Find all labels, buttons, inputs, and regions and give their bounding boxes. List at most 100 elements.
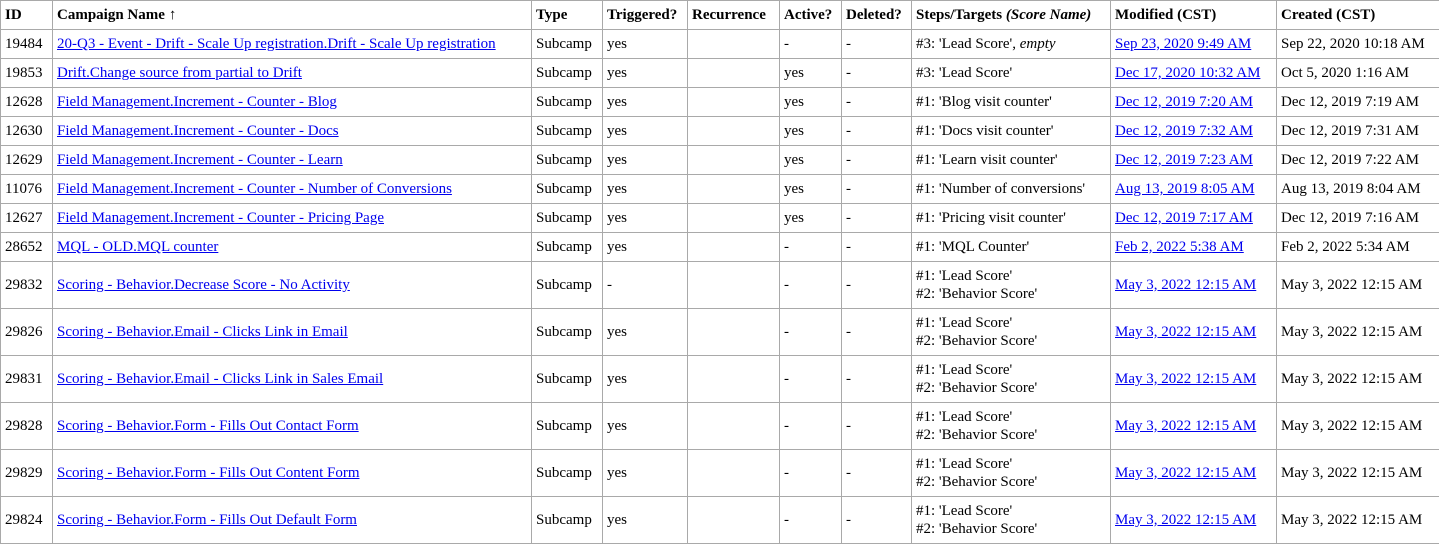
cell-deleted: - [841, 496, 912, 544]
step-target-line: #1: 'Lead Score' [916, 455, 1106, 473]
header-modified[interactable]: Modified (CST) [1110, 0, 1277, 30]
table-row: 29824 Scoring - Behavior.Form - Fills Out… [0, 496, 1439, 544]
campaign-name-link[interactable]: Scoring - Behavior.Email - Clicks Link i… [57, 371, 383, 387]
cell-type: Subcamp [531, 58, 603, 88]
campaign-name-link[interactable]: 20-Q3 - Event - Drift - Scale Up registr… [57, 36, 496, 52]
campaign-name-link[interactable]: Scoring - Behavior.Form - Fills Out Defa… [57, 512, 357, 528]
cell-type: Subcamp [531, 87, 603, 117]
cell-recurrence [687, 203, 780, 233]
cell-type: Subcamp [531, 174, 603, 204]
cell-deleted: - [841, 355, 912, 403]
cell-active: yes [779, 58, 842, 88]
campaign-name-link[interactable]: Field Management.Increment - Counter - D… [57, 123, 339, 139]
campaign-name-link[interactable]: Drift.Change source from partial to Drif… [57, 65, 302, 81]
cell-campaign-name: 20-Q3 - Event - Drift - Scale Up registr… [52, 29, 532, 59]
cell-active: - [779, 232, 842, 262]
campaign-name-link[interactable]: Scoring - Behavior.Form - Fills Out Cont… [57, 418, 359, 434]
cell-created: Sep 22, 2020 10:18 AM [1276, 29, 1439, 59]
step-target-text: #2: 'Behavior Score' [916, 521, 1038, 537]
step-target-text: #1: 'Number of conversions' [916, 181, 1086, 197]
cell-id: 29829 [0, 449, 53, 497]
cell-recurrence [687, 116, 780, 146]
header-campaign-name[interactable]: Campaign Name ↑ [52, 0, 532, 30]
cell-id: 19853 [0, 58, 53, 88]
cell-type: Subcamp [531, 496, 603, 544]
step-target-line: #1: 'Pricing visit counter' [916, 209, 1106, 227]
modified-date-link[interactable]: Dec 17, 2020 10:32 AM [1115, 65, 1260, 81]
cell-active: yes [779, 145, 842, 175]
cell-active: yes [779, 116, 842, 146]
cell-created: May 3, 2022 12:15 AM [1276, 308, 1439, 356]
cell-type: Subcamp [531, 449, 603, 497]
campaign-name-link[interactable]: Field Management.Increment - Counter - L… [57, 152, 343, 168]
cell-steps-targets: #3: 'Lead Score' [911, 58, 1111, 88]
campaign-name-link[interactable]: Field Management.Increment - Counter - N… [57, 181, 452, 197]
cell-active: - [779, 355, 842, 403]
modified-date-link[interactable]: Feb 2, 2022 5:38 AM [1115, 239, 1244, 255]
modified-date-link[interactable]: Aug 13, 2019 8:05 AM [1115, 181, 1255, 197]
cell-id: 29831 [0, 355, 53, 403]
modified-date-link[interactable]: May 3, 2022 12:15 AM [1115, 418, 1256, 434]
campaign-table: ID Campaign Name ↑ Type Triggered? Recurr… [0, 0, 1439, 544]
step-target-line: #1: 'Lead Score' [916, 408, 1106, 426]
cell-steps-targets: #1: 'MQL Counter' [911, 232, 1111, 262]
campaign-name-link[interactable]: Field Management.Increment - Counter - B… [57, 94, 337, 110]
step-target-text: #1: 'Lead Score' [916, 268, 1013, 284]
modified-date-link[interactable]: Dec 12, 2019 7:17 AM [1115, 210, 1253, 226]
modified-date-link[interactable]: Dec 12, 2019 7:20 AM [1115, 94, 1253, 110]
modified-date-link[interactable]: Dec 12, 2019 7:32 AM [1115, 123, 1253, 139]
step-target-line: #3: 'Lead Score', empty [916, 35, 1106, 53]
step-target-line: #1: 'Lead Score' [916, 502, 1106, 520]
campaign-name-link[interactable]: Scoring - Behavior.Email - Clicks Link i… [57, 324, 348, 340]
header-id[interactable]: ID [0, 0, 53, 30]
step-target-text: #1: 'Lead Score' [916, 409, 1013, 425]
step-target-text: #1: 'Docs visit counter' [916, 123, 1054, 139]
header-steps-targets[interactable]: Steps/Targets (Score Name) [911, 0, 1111, 30]
header-created[interactable]: Created (CST) [1276, 0, 1439, 30]
cell-modified: Dec 12, 2019 7:17 AM [1110, 203, 1277, 233]
cell-campaign-name: Field Management.Increment - Counter - P… [52, 203, 532, 233]
step-target-line: #1: 'Lead Score' [916, 314, 1106, 332]
table-row: 12630 Field Management.Increment - Counte… [0, 116, 1439, 146]
sort-ascending-icon: ↑ [168, 7, 177, 23]
step-target-line: #3: 'Lead Score' [916, 64, 1106, 82]
header-active[interactable]: Active? [779, 0, 842, 30]
cell-campaign-name: Scoring - Behavior.Email - Clicks Link i… [52, 355, 532, 403]
step-target-text: #1: 'Learn visit counter' [916, 152, 1058, 168]
cell-campaign-name: Drift.Change source from partial to Drif… [52, 58, 532, 88]
header-recurrence[interactable]: Recurrence [687, 0, 780, 30]
modified-date-link[interactable]: May 3, 2022 12:15 AM [1115, 277, 1256, 293]
cell-modified: Feb 2, 2022 5:38 AM [1110, 232, 1277, 262]
header-score-name-label: (Score Name) [1005, 7, 1092, 23]
cell-deleted: - [841, 174, 912, 204]
cell-modified: May 3, 2022 12:15 AM [1110, 308, 1277, 356]
step-target-line: #1: 'Number of conversions' [916, 180, 1106, 198]
cell-campaign-name: Field Management.Increment - Counter - N… [52, 174, 532, 204]
step-target-text: #1: 'Lead Score' [916, 456, 1013, 472]
cell-type: Subcamp [531, 203, 603, 233]
campaign-name-link[interactable]: MQL - OLD.MQL counter [57, 239, 218, 255]
modified-date-link[interactable]: May 3, 2022 12:15 AM [1115, 371, 1256, 387]
step-target-text: #1: 'Lead Score' [916, 315, 1013, 331]
modified-date-link[interactable]: May 3, 2022 12:15 AM [1115, 512, 1256, 528]
cell-triggered: yes [602, 174, 688, 204]
modified-date-link[interactable]: May 3, 2022 12:15 AM [1115, 324, 1256, 340]
cell-type: Subcamp [531, 261, 603, 309]
campaign-name-link[interactable]: Scoring - Behavior.Decrease Score - No A… [57, 277, 350, 293]
table-row: 29826 Scoring - Behavior.Email - Clicks L… [0, 308, 1439, 356]
cell-triggered: yes [602, 203, 688, 233]
cell-created: May 3, 2022 12:15 AM [1276, 261, 1439, 309]
header-deleted[interactable]: Deleted? [841, 0, 912, 30]
cell-triggered: yes [602, 449, 688, 497]
modified-date-link[interactable]: Sep 23, 2020 9:49 AM [1115, 36, 1251, 52]
step-target-text: #2: 'Behavior Score' [916, 474, 1038, 490]
cell-active: - [779, 402, 842, 450]
campaign-name-link[interactable]: Field Management.Increment - Counter - P… [57, 210, 384, 226]
header-type[interactable]: Type [531, 0, 603, 30]
modified-date-link[interactable]: Dec 12, 2019 7:23 AM [1115, 152, 1253, 168]
header-campaign-name-label: Campaign Name [57, 7, 165, 23]
cell-modified: Aug 13, 2019 8:05 AM [1110, 174, 1277, 204]
campaign-name-link[interactable]: Scoring - Behavior.Form - Fills Out Cont… [57, 465, 360, 481]
header-triggered[interactable]: Triggered? [602, 0, 688, 30]
modified-date-link[interactable]: May 3, 2022 12:15 AM [1115, 465, 1256, 481]
